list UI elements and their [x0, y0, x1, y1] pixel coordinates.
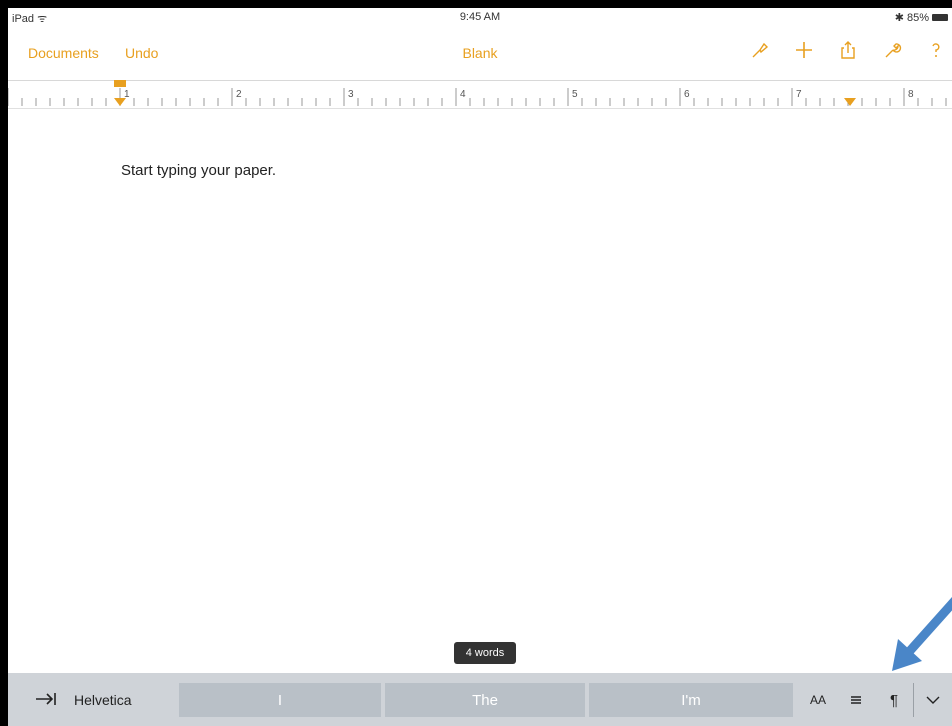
ruler-number: 3 [348, 89, 354, 100]
annotation-arrow-icon [892, 596, 952, 671]
paragraph-button[interactable]: ¶ [875, 683, 913, 717]
battery-status: ✱ 85% [895, 11, 948, 24]
ruler-number: 7 [796, 89, 802, 100]
plus-icon[interactable] [792, 38, 816, 62]
first-line-indent-marker[interactable] [114, 80, 126, 87]
suggestion-item[interactable]: I'm [589, 683, 793, 717]
font-selector[interactable]: Helvetica [74, 692, 132, 708]
wrench-icon[interactable] [880, 38, 904, 62]
bluetooth-icon: ✱ [894, 12, 904, 24]
word-count-badge: 4 words [454, 642, 516, 664]
dismiss-keyboard-icon[interactable] [913, 683, 952, 717]
help-icon[interactable] [924, 38, 948, 62]
left-indent-marker[interactable] [114, 98, 126, 106]
paintbrush-icon[interactable] [748, 38, 772, 62]
ruler-number: 6 [684, 89, 690, 100]
ruler[interactable]: 12345678 [8, 80, 952, 109]
nav-toolbar [748, 38, 948, 62]
keyboard-shortcut-bar: Helvetica I The I'm AA ¶ [8, 673, 952, 726]
suggestion-item[interactable]: I [179, 683, 381, 717]
document-body-text[interactable]: Start typing your paper. [121, 162, 276, 179]
screen: iPad ᯤ 9:45 AM ✱ 85% Documents Undo Blan… [8, 8, 952, 726]
ruler-number: 4 [460, 89, 466, 100]
right-indent-marker[interactable] [844, 98, 856, 106]
ruler-scale: 12345678 [8, 80, 947, 106]
device-frame: iPad ᯤ 9:45 AM ✱ 85% Documents Undo Blan… [0, 0, 952, 726]
format-tools: AA ¶ [799, 683, 952, 717]
battery-icon [932, 14, 948, 21]
align-icon[interactable] [837, 683, 875, 717]
text-size-button[interactable]: AA [799, 683, 837, 717]
ruler-number: 5 [572, 89, 578, 100]
status-bar: iPad ᯤ 9:45 AM ✱ 85% [8, 8, 952, 28]
navigation-bar: Documents Undo Blank [8, 28, 952, 81]
suggestion-item[interactable]: The [385, 683, 585, 717]
ruler-number: 2 [236, 89, 242, 100]
status-time: 9:45 AM [459, 11, 501, 23]
ruler-number: 8 [908, 89, 914, 100]
share-icon[interactable] [836, 38, 860, 62]
battery-percent: 85% [906, 11, 929, 24]
tab-key-icon[interactable] [34, 689, 58, 709]
